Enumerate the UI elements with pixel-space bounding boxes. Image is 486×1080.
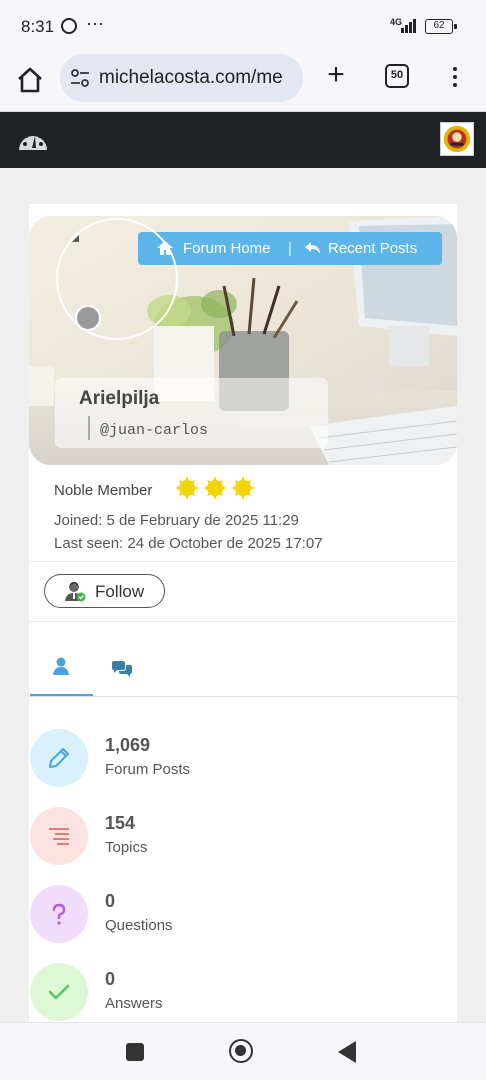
site-header	[0, 112, 486, 168]
tab-profile[interactable]	[30, 648, 93, 698]
stat-icon-circle	[30, 729, 88, 787]
stat-label: Answers	[105, 995, 163, 1012]
forum-nav-bar: Forum Home | Recent Posts	[138, 232, 442, 265]
comments-icon	[112, 661, 132, 677]
dashboard-icon[interactable]	[16, 124, 50, 154]
question-icon	[52, 903, 66, 925]
stat-value: 0	[105, 891, 116, 911]
tabs-divider	[29, 696, 457, 697]
avatar-image-placeholder	[72, 235, 79, 242]
system-nav-bar	[0, 1022, 486, 1080]
divider	[29, 621, 457, 622]
stat-label: Questions	[105, 917, 173, 934]
tab-switcher-button[interactable]: 50	[385, 64, 409, 88]
stat-questions: 0 Questions	[30, 885, 430, 945]
follow-user-icon	[65, 582, 86, 602]
signal-icon	[401, 19, 419, 33]
new-tab-icon[interactable]: +	[322, 60, 350, 90]
status-bar: 8:31 ⋯ 4G 62	[0, 0, 486, 52]
recent-posts-link[interactable]: Recent Posts	[328, 240, 417, 257]
whatsapp-icon	[61, 18, 77, 34]
stat-label: Forum Posts	[105, 761, 191, 778]
status-time: 8:31	[21, 17, 55, 36]
profile-handle: @juan-carlos	[100, 422, 209, 439]
divider	[29, 561, 457, 562]
recent-apps-button[interactable]	[126, 1043, 144, 1061]
forum-home-link[interactable]: Forum Home	[183, 240, 271, 257]
stat-value: 0	[105, 969, 116, 989]
online-status-dot	[75, 305, 101, 331]
home-icon[interactable]	[14, 64, 46, 96]
stat-label: Topics	[105, 839, 148, 856]
browser-toolbar: michelacosta.com/me + 50	[0, 52, 486, 112]
rank-stars-icon	[175, 476, 255, 500]
last-seen-date: Last seen: 24 de October de 2025 17:07	[54, 535, 323, 552]
stat-forum-posts: 1,069 Forum Posts	[30, 729, 430, 789]
follow-button[interactable]: Follow	[44, 574, 165, 608]
back-button[interactable]	[338, 1041, 356, 1063]
lines-icon	[49, 828, 69, 845]
user-icon	[53, 657, 69, 675]
url-text: michelacosta.com/me	[99, 67, 283, 88]
home-button[interactable]	[229, 1039, 253, 1063]
battery-icon: 62	[425, 19, 457, 34]
reply-icon[interactable]	[304, 240, 322, 256]
profile-name: Arielpilja	[79, 388, 160, 409]
stat-answers: 0 Answers	[30, 963, 430, 1023]
stat-value: 1,069	[105, 735, 151, 755]
pencil-icon	[49, 748, 69, 768]
member-rank: Noble Member	[54, 482, 153, 499]
address-bar[interactable]: michelacosta.com/me	[60, 54, 303, 102]
joined-date: Joined: 5 de February de 2025 11:29	[54, 512, 299, 529]
handle-divider	[88, 416, 90, 440]
follow-label: Follow	[95, 582, 145, 601]
stat-icon-circle	[30, 807, 88, 865]
stat-topics: 154 Topics	[30, 807, 430, 867]
nav-separator: |	[288, 240, 292, 257]
stat-value: 154	[105, 813, 136, 833]
more-notifications-icon: ⋯	[86, 14, 105, 34]
site-logo[interactable]	[440, 122, 474, 156]
profile-name-box: Arielpilja @juan-carlos	[55, 378, 328, 448]
browser-menu-icon[interactable]	[445, 64, 465, 90]
site-settings-icon[interactable]	[70, 68, 90, 88]
tab-activity[interactable]	[101, 648, 143, 698]
stat-icon-circle	[30, 963, 88, 1021]
check-icon	[48, 984, 70, 1000]
stat-icon-circle	[30, 885, 88, 943]
